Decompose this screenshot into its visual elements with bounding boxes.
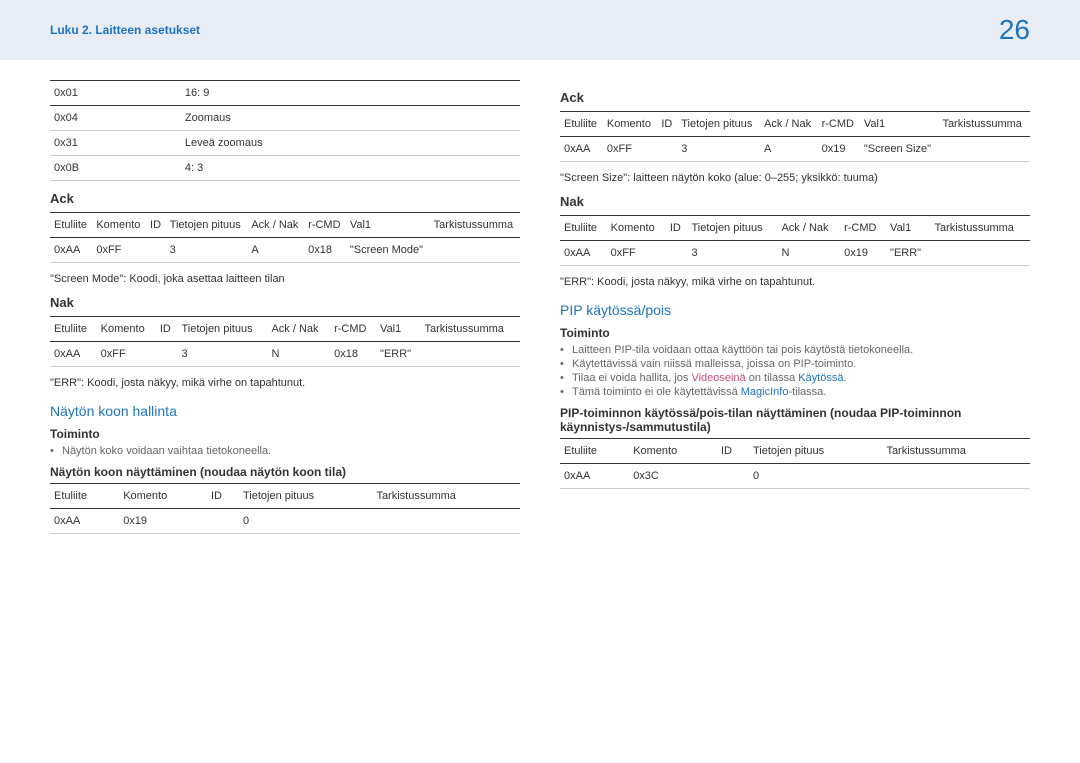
code-cell: Zoomaus [181, 106, 520, 131]
sub-heading: PIP-toiminnon käytössä/pois-tilan näyttä… [560, 406, 1030, 434]
nak-heading: Nak [50, 295, 520, 310]
code-cell: Leveä zoomaus [181, 131, 520, 156]
ack-heading: Ack [560, 90, 1030, 105]
nak-table: EtuliiteKomentoIDTietojen pituusAck / Na… [50, 316, 520, 367]
nak-note: "ERR": Koodi, josta näkyy, mikä virhe on… [560, 276, 1030, 288]
section-heading: Näytön koon hallinta [50, 403, 520, 419]
codes-table: 0x0116: 9 0x04Zoomaus 0x31Leveä zoomaus … [50, 80, 520, 181]
toiminto-list: Näytön koko voidaan vaihtaa tietokoneell… [50, 445, 520, 457]
list-item: Käytettävissä vain niissä malleissa, joi… [560, 358, 1030, 370]
nak-table: EtuliiteKomentoIDTietojen pituusAck / Na… [560, 215, 1030, 266]
list-item: Tämä toiminto ei ole käytettävissä Magic… [560, 386, 1030, 398]
list-item: Laitteen PIP-tila voidaan ottaa käyttöön… [560, 344, 1030, 356]
breadcrumb: Luku 2. Laitteen asetukset [50, 23, 200, 37]
toiminto-heading: Toiminto [50, 427, 520, 441]
list-item: Näytön koko voidaan vaihtaa tietokoneell… [50, 445, 520, 457]
code-cell: 0x0B [50, 156, 181, 181]
ack-note: "Screen Mode": Koodi, joka asettaa laitt… [50, 273, 520, 285]
ack-heading: Ack [50, 191, 520, 206]
ack-note: "Screen Size": laitteen näytön koko (alu… [560, 172, 1030, 184]
code-cell: 0x04 [50, 106, 181, 131]
code-cell: 0x31 [50, 131, 181, 156]
sub-heading: Näytön koon näyttäminen (noudaa näytön k… [50, 465, 520, 479]
section-heading: PIP käytössä/pois [560, 302, 1030, 318]
ack-table: EtuliiteKomentoIDTietojen pituusAck / Na… [50, 212, 520, 263]
magicinfo-link: MagicInfo [741, 386, 789, 398]
page-content: 0x0116: 9 0x04Zoomaus 0x31Leveä zoomaus … [0, 60, 1080, 564]
cmd-table: EtuliiteKomentoIDTietojen pituusTarkistu… [560, 438, 1030, 489]
kaytossa-link: Käytössä [798, 372, 843, 384]
page-header: Luku 2. Laitteen asetukset 26 [0, 0, 1080, 60]
videoseina-link: Videoseinä [691, 372, 745, 384]
list-item: Tilaa ei voida hallita, jos Videoseinä o… [560, 372, 1030, 384]
right-column: Ack EtuliiteKomentoIDTietojen pituusAck … [560, 80, 1030, 544]
code-cell: 16: 9 [181, 81, 520, 106]
code-cell: 4: 3 [181, 156, 520, 181]
toiminto-heading: Toiminto [560, 326, 1030, 340]
nak-heading: Nak [560, 194, 1030, 209]
nak-note: "ERR": Koodi, josta näkyy, mikä virhe on… [50, 377, 520, 389]
page-number: 26 [999, 14, 1030, 46]
code-cell: 0x01 [50, 81, 181, 106]
cmd-table: EtuliiteKomentoIDTietojen pituusTarkistu… [50, 483, 520, 534]
toiminto-list: Laitteen PIP-tila voidaan ottaa käyttöön… [560, 344, 1030, 398]
left-column: 0x0116: 9 0x04Zoomaus 0x31Leveä zoomaus … [50, 80, 520, 544]
ack-table: EtuliiteKomentoIDTietojen pituusAck / Na… [560, 111, 1030, 162]
